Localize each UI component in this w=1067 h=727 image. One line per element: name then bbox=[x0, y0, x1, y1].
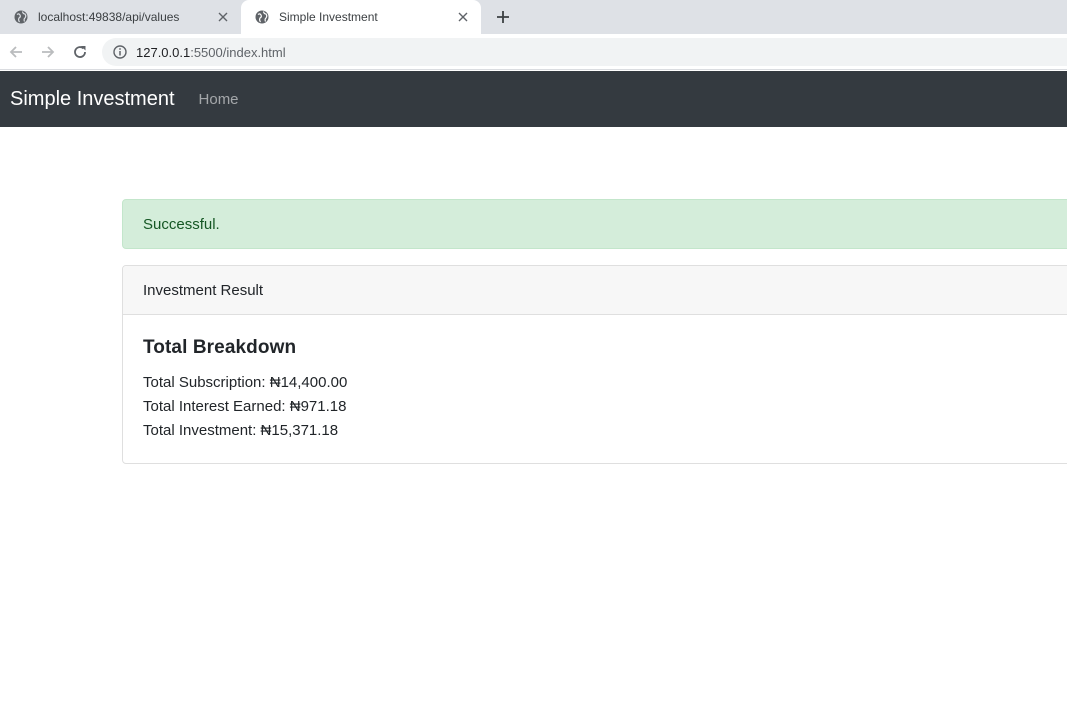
url-path: :5500/index.html bbox=[190, 44, 286, 60]
browser-tab-api-values[interactable]: localhost:49838/api/values bbox=[0, 0, 241, 34]
globe-icon bbox=[255, 10, 269, 24]
url-host: 127.0.0.1 bbox=[136, 44, 191, 60]
total-subscription-text: Total Subscription: ₦14,400.00 bbox=[143, 374, 348, 391]
close-icon[interactable] bbox=[455, 9, 471, 25]
arrow-left-icon bbox=[9, 46, 22, 58]
navbar-brand[interactable]: Simple Investment bbox=[10, 88, 175, 111]
card-header: Investment Result bbox=[123, 266, 1067, 315]
card-title: Total Breakdown bbox=[143, 337, 297, 358]
reload-icon bbox=[74, 46, 86, 58]
forward-button[interactable] bbox=[38, 42, 58, 62]
total-interest-text: Total Interest Earned: ₦971.18 bbox=[143, 398, 347, 415]
card-body: Total Breakdown Total Subscription: ₦14,… bbox=[123, 315, 1067, 463]
arrow-right-icon bbox=[42, 46, 55, 58]
investment-result-card: Investment Result Total Breakdown Total … bbox=[122, 265, 1067, 464]
close-icon[interactable] bbox=[215, 9, 231, 25]
info-icon[interactable] bbox=[112, 44, 128, 60]
globe-icon bbox=[14, 10, 28, 24]
success-alert: Successful. bbox=[122, 199, 1067, 249]
total-investment-text: Total Investment: ₦15,371.18 bbox=[143, 422, 339, 439]
address-bar[interactable]: 127.0.0.1:5500/index.html bbox=[102, 38, 1067, 66]
nav-link-home[interactable]: Home bbox=[199, 91, 239, 108]
browser-tab-simple-investment[interactable]: Simple Investment bbox=[241, 0, 481, 34]
browser-tab-strip: localhost:49838/api/values Simple Invest… bbox=[0, 0, 1067, 34]
browser-toolbar: 127.0.0.1:5500/index.html bbox=[0, 34, 1067, 70]
reload-button[interactable] bbox=[70, 42, 90, 62]
new-tab-button[interactable] bbox=[493, 7, 513, 27]
plus-icon bbox=[497, 11, 509, 23]
tab-title: localhost:49838/api/values bbox=[38, 10, 180, 24]
tab-title: Simple Investment bbox=[279, 10, 378, 24]
alert-message: Successful. bbox=[143, 215, 220, 233]
back-button[interactable] bbox=[6, 42, 26, 62]
app-navbar: Simple Investment Home bbox=[0, 71, 1067, 127]
